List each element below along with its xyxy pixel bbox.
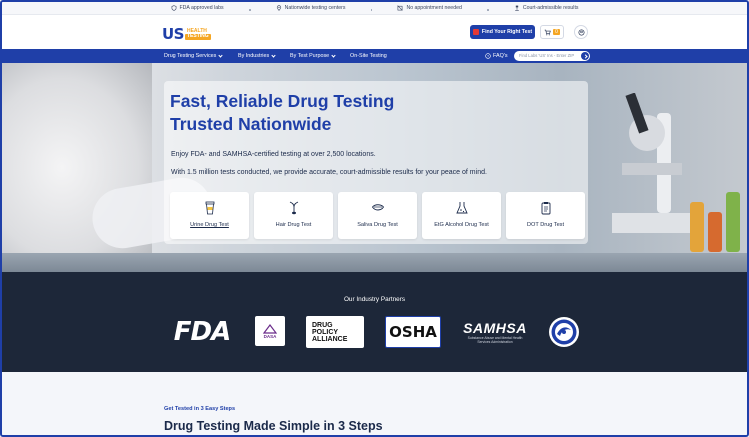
- test-card-saliva[interactable]: Saliva Drug Test: [338, 192, 417, 239]
- chevron-down-icon: [331, 52, 336, 58]
- samhsa-logo: SAMHSA Substance Abuse and Mental Health…: [460, 316, 530, 348]
- nav-drug-testing-services[interactable]: Drug Testing Services: [164, 52, 223, 59]
- hero-title: Fast, Reliable Drug Testing Trusted Nati…: [170, 90, 470, 136]
- nav-label: On-Site Testing: [350, 53, 387, 59]
- chevron-down-icon: [271, 52, 276, 58]
- site-logo[interactable]: US HEALTH TESTING: [162, 25, 211, 43]
- dasa-logo-text: DASA: [263, 333, 277, 339]
- hero-title-line-1: Fast, Reliable Drug Testing: [170, 91, 395, 111]
- help-circle-icon: ?: [485, 52, 491, 59]
- main-nav: Drug Testing Services By Industries By T…: [2, 49, 747, 63]
- browser-frame: FDA approved labs Nationwide testing cen…: [0, 0, 749, 437]
- hero-paragraph-2: With 1.5 million tests conducted, we pro…: [171, 169, 487, 176]
- nav-by-test-purpose[interactable]: By Test Purpose: [290, 52, 336, 59]
- dasa-logo: DASA: [255, 316, 285, 346]
- test-card-label: Saliva Drug Test: [357, 222, 398, 228]
- user-icon: [578, 29, 584, 35]
- hero-title-line-2: Trusted Nationwide: [170, 114, 332, 134]
- logo-testing: TESTING: [184, 33, 211, 40]
- nav-label: By Test Purpose: [290, 53, 330, 59]
- steps-section: Get Tested in 3 Easy Steps Drug Testing …: [2, 372, 747, 435]
- cart-button[interactable]: 0: [540, 25, 564, 39]
- test-card-hair[interactable]: Hair Drug Test: [254, 192, 333, 239]
- faq-label: FAQ's: [493, 52, 508, 59]
- info-item-label: No appointment needed: [406, 5, 462, 11]
- zip-search-input[interactable]: Find Labs 'US' Ins - Enter ZIP: [514, 51, 590, 61]
- test-card-dot[interactable]: DOT Drug Test: [506, 192, 585, 239]
- hero-paragraph-1: Enjoy FDA- and SAMHSA-certified testing …: [171, 151, 376, 158]
- test-kit-icon: [472, 29, 479, 35]
- hero-photo-bench: [2, 253, 747, 272]
- test-card-label: Hair Drug Test: [275, 222, 312, 228]
- test-card-label: EtG Alcohol Drug Test: [434, 222, 489, 228]
- info-item-nationwide: Nationwide testing centers: [250, 5, 373, 11]
- gavel-icon: [515, 5, 519, 11]
- top-info-strip: FDA approved labs Nationwide testing cen…: [2, 2, 747, 15]
- info-item-label: Court-admissible results: [522, 5, 579, 11]
- cart-icon: [544, 29, 551, 35]
- info-item-no-appointment: No appointment needed: [371, 5, 489, 11]
- dot-seal-logo: [548, 316, 580, 348]
- hero-photo-tube: [690, 202, 704, 252]
- info-item-fda: FDA approved labs: [145, 5, 251, 11]
- zip-placeholder: Find Labs 'US' Ins - Enter ZIP: [519, 53, 575, 58]
- nav-label: Drug Testing Services: [164, 53, 217, 59]
- location-pin-icon: [276, 5, 281, 11]
- zip-search-submit-icon[interactable]: [581, 52, 589, 60]
- urine-cup-icon: [205, 201, 214, 215]
- drug-policy-alliance-logo: DRUG POLICY ALLIANCE: [306, 316, 364, 348]
- industry-partners-section: Our Industry Partners FDA DASA DRUG POLI…: [2, 272, 747, 372]
- clipboard-icon: [541, 202, 550, 215]
- dasa-emblem-icon: [263, 323, 277, 334]
- cart-count-badge: 0: [553, 29, 560, 35]
- find-test-label: Find Your Right Test: [481, 29, 533, 35]
- samhsa-subtitle-2: Services Administration: [477, 340, 513, 344]
- faq-link[interactable]: ? FAQ's: [485, 53, 508, 59]
- fda-logo-text: FDA: [173, 317, 231, 347]
- saliva-mouth-icon: [371, 204, 384, 211]
- logo-us: US: [162, 25, 184, 43]
- info-item-label: Nationwide testing centers: [284, 5, 346, 11]
- hero-photo-tube: [708, 212, 722, 252]
- account-button[interactable]: [574, 25, 588, 39]
- find-your-right-test-button[interactable]: Find Your Right Test: [470, 25, 535, 39]
- site-header: US HEALTH TESTING Find Your Right Test 0: [2, 15, 747, 49]
- osha-logo-text: OSHA: [389, 323, 437, 341]
- partners-title: Our Industry Partners: [343, 296, 406, 303]
- osha-logo: OSHA: [385, 316, 441, 348]
- nav-on-site-testing[interactable]: On-Site Testing: [350, 53, 387, 59]
- test-card-label: DOT Drug Test: [526, 222, 565, 228]
- calendar-off-icon: [397, 5, 404, 11]
- steps-kicker: Get Tested in 3 Easy Steps: [164, 406, 236, 412]
- test-card-urine[interactable]: Urine Drug Test: [170, 192, 249, 239]
- shield-icon: [171, 5, 176, 11]
- dot-seal-icon: [549, 317, 579, 347]
- hero-photo-tube: [726, 192, 740, 252]
- lab-flask-icon: [455, 202, 468, 214]
- samhsa-logo-text: SAMHSA: [463, 320, 527, 336]
- test-card-etg-alcohol[interactable]: EtG Alcohol Drug Test: [422, 192, 501, 239]
- nav-by-industries[interactable]: By Industries: [238, 52, 276, 59]
- chevron-down-icon: [218, 52, 223, 58]
- steps-title: Drug Testing Made Simple in 3 Steps: [164, 419, 383, 433]
- info-item-label: FDA approved labs: [179, 5, 224, 11]
- info-item-court: Court-admissible results: [488, 5, 605, 11]
- nav-label: By Industries: [238, 53, 270, 59]
- hair-follicle-icon: [289, 201, 298, 215]
- dpa-line-3: ALLIANCE: [312, 335, 348, 343]
- test-card-label: Urine Drug Test: [190, 222, 229, 228]
- dpa-line-2: POLICY: [312, 328, 339, 336]
- fda-logo: FDA: [170, 316, 234, 348]
- svg-text:?: ?: [487, 54, 489, 58]
- dpa-line-1: DRUG: [312, 321, 333, 329]
- test-type-cards: Urine Drug Test Hair Drug Test Saliva Dr…: [170, 192, 585, 239]
